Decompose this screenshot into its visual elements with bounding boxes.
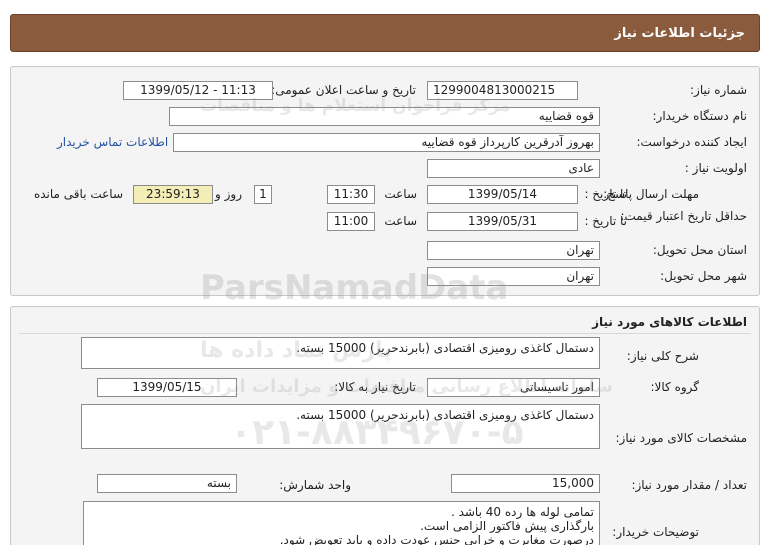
buyer-notes-field: تمامی لوله ها رده 40 باشد . بارگذاری پیش…	[83, 501, 600, 545]
summary-label: شرح کلی نیاز:	[626, 349, 699, 363]
priority-field: عادی	[427, 159, 600, 178]
buyer-notes-label: توضیحات خریدار:	[612, 525, 699, 539]
page-title: جزئیات اطلاعات نیاز	[614, 25, 745, 41]
unit-label: واحد شمارش:	[279, 478, 351, 492]
unit-field: بسته	[97, 474, 237, 493]
buyer-org-field: قوه قضاییه	[169, 107, 600, 126]
need-date-label: تاریخ نیاز به کالا:	[334, 380, 416, 394]
deadline-time-label: ساعت	[384, 187, 417, 201]
province-label: استان محل تحویل:	[652, 243, 747, 257]
section-divider	[19, 333, 751, 334]
buyer-contact-link[interactable]: اطلاعات تماس خریدار	[57, 135, 168, 149]
creator-field: بهروز آدرقرین کارپرداز قوه قضاییه	[173, 133, 600, 152]
announce-datetime-label: تاریخ و ساعت اعلان عمومی:	[271, 83, 416, 97]
need-info-panel: شماره نیاز: 1299004813000215 تاریخ و ساع…	[10, 66, 760, 296]
city-field: تهران	[427, 267, 600, 286]
deadline-to-date-label: تا تاریخ :	[584, 187, 627, 201]
quantity-field: 15,000	[451, 474, 600, 493]
buyer-note-line: تمامی لوله ها رده 40 باشد .	[450, 505, 594, 519]
summary-field: دستمال کاغذی رومیزی اقتصادی (بابرندحریر)…	[81, 337, 600, 369]
remaining-label: ساعت باقی مانده	[33, 187, 123, 201]
deadline-time-field: 11:30	[327, 185, 375, 204]
specs-label: مشخصات کالای مورد نیاز:	[615, 431, 747, 445]
goods-group-field: امور تاسیساتی	[427, 378, 600, 397]
goods-panel: اطلاعات کالاهای مورد نیاز شرح کلی نیاز: …	[10, 306, 760, 545]
deadline-date-field: 1399/05/14	[427, 185, 578, 204]
remaining-time-field: 23:59:13	[133, 185, 213, 204]
validity-label: حداقل تاریخ اعتبار قیمت:	[620, 209, 747, 223]
buyer-org-label: نام دستگاه خریدار:	[652, 109, 748, 123]
validity-date-field: 1399/05/31	[427, 212, 578, 231]
city-label: شهر محل تحویل:	[660, 269, 747, 283]
day-and-label: روز و	[215, 187, 242, 201]
need-date-field: 1399/05/15	[97, 378, 237, 397]
need-number-field: 1299004813000215	[427, 81, 578, 100]
buyer-note-line: درصورت مغایرت و خرابی جنس عودت داده و با…	[279, 533, 594, 545]
priority-label: اولویت نیاز :	[684, 161, 747, 175]
remaining-days-field: 1	[254, 185, 272, 204]
goods-group-label: گروه کالا:	[650, 380, 700, 394]
specs-field: دستمال کاغذی رومیزی اقتصادی (بابرندحریر)…	[81, 404, 600, 449]
validity-time-label: ساعت	[384, 214, 417, 228]
quantity-label: تعداد / مقدار مورد نیاز:	[631, 478, 747, 492]
buyer-note-line: بارگذاری پیش فاکتور الزامی است.	[420, 519, 594, 533]
province-field: تهران	[427, 241, 600, 260]
need-number-label: شماره نیاز:	[690, 83, 747, 97]
announce-datetime-field: 1399/05/12 - 11:13	[123, 81, 273, 100]
validity-time-field: 11:00	[327, 212, 375, 231]
validity-to-date-label: تا تاریخ :	[584, 214, 627, 228]
goods-section-title: اطلاعات کالاهای مورد نیاز	[592, 315, 747, 329]
page-header: جزئیات اطلاعات نیاز	[10, 14, 760, 52]
creator-label: ایجاد کننده درخواست:	[636, 135, 747, 149]
